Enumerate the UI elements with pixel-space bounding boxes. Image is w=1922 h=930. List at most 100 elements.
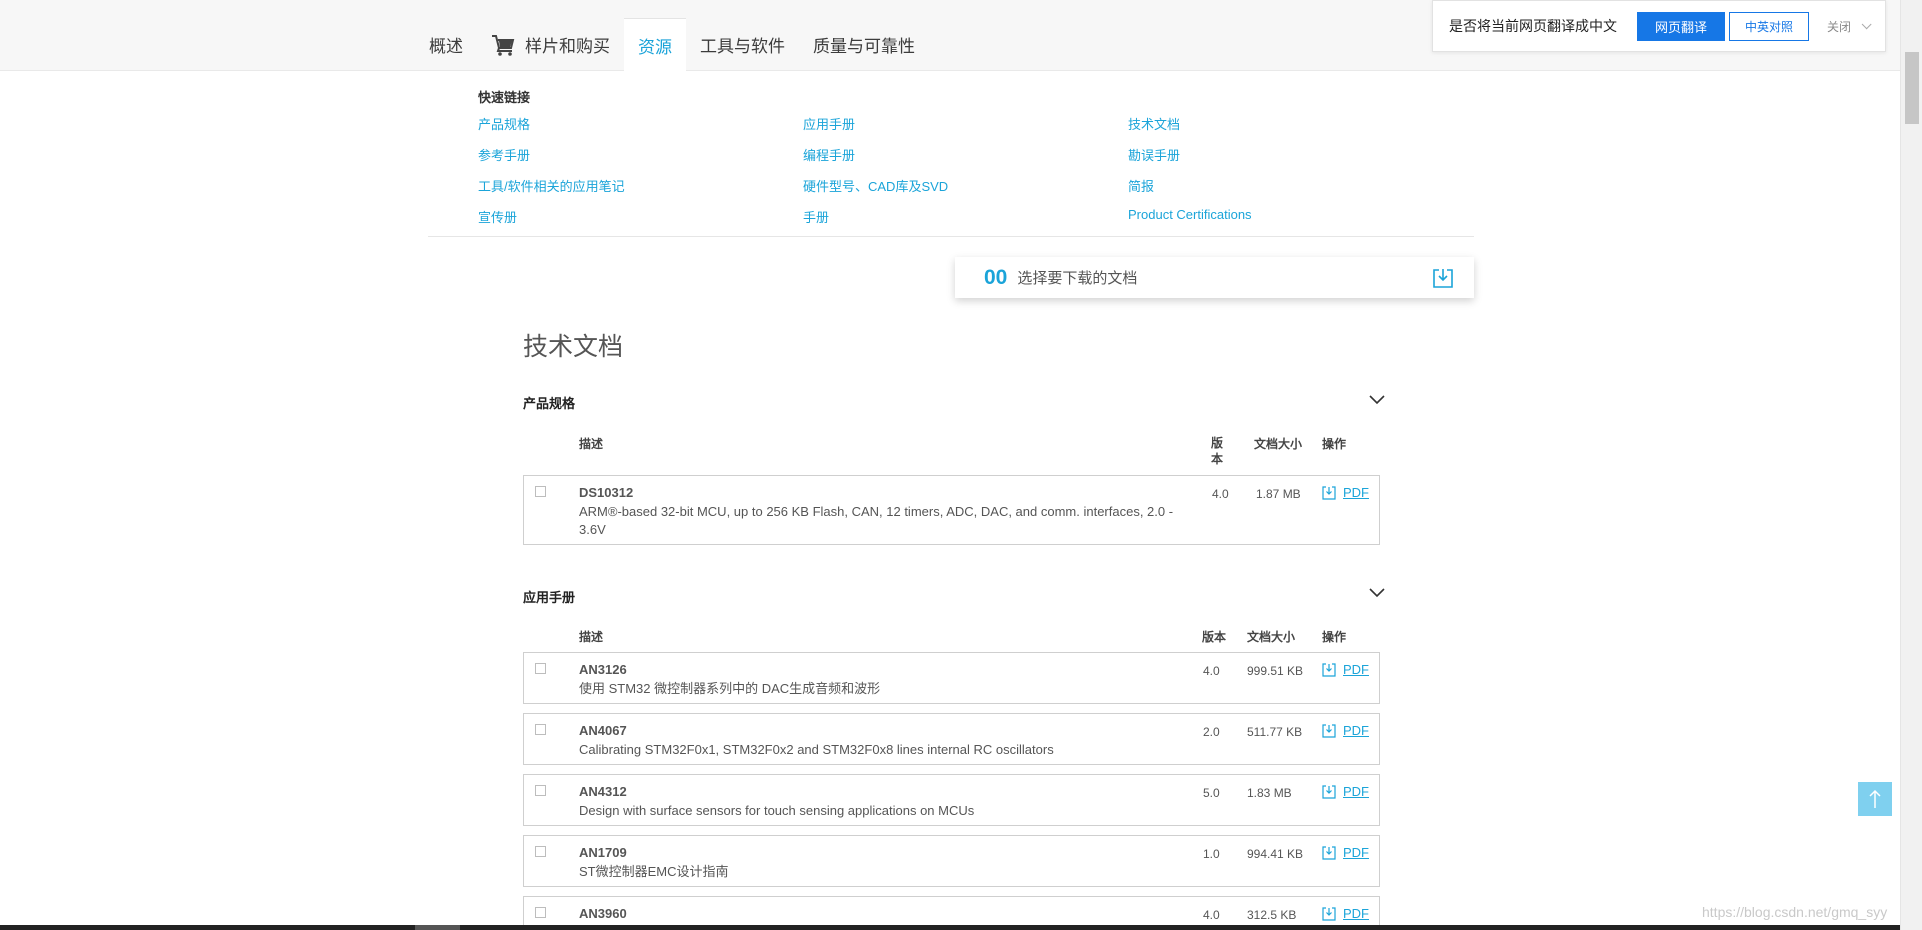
doc-size: 511.77 KB — [1247, 725, 1303, 739]
column-header-desc: 描述 — [579, 437, 604, 451]
download-icon[interactable] — [1432, 267, 1454, 289]
pdf-download-link[interactable]: PDF — [1322, 723, 1369, 738]
tab-quality-reliability[interactable]: 质量与可靠性 — [799, 18, 929, 71]
pdf-download-link[interactable]: PDF — [1322, 662, 1369, 677]
doc-code: AN4312 — [579, 784, 627, 799]
column-header-action: 操作 — [1322, 630, 1347, 644]
vertical-scrollbar[interactable] — [1900, 0, 1922, 930]
column-header-size: 文档大小 — [1254, 437, 1303, 451]
scrollbar-thumb[interactable] — [1905, 52, 1919, 124]
divider — [428, 236, 1474, 237]
column-header-version: 版 本 — [1211, 436, 1224, 466]
quick-link-brochure[interactable]: 宣传册 — [478, 207, 803, 226]
translate-popup: 是否将当前网页翻译成中文 网页翻译 中英对照 关闭 — [1432, 0, 1886, 52]
download-icon — [1322, 485, 1336, 500]
translate-close-button[interactable]: 关闭 — [1827, 18, 1872, 35]
quick-links-grid: 产品规格 应用手册 技术文档 参考手册 编程手册 勘误手册 工具/软件相关的应用… — [478, 114, 1478, 226]
doc-description: Calibrating STM32F0x1, STM32F0x2 and STM… — [579, 742, 1054, 757]
row-checkbox[interactable] — [535, 663, 546, 674]
chevron-down-icon[interactable] — [1368, 586, 1386, 600]
tab-resources-label: 资源 — [638, 37, 672, 57]
doc-code: AN3126 — [579, 662, 627, 677]
back-to-top-button[interactable] — [1858, 782, 1892, 816]
pdf-link-label: PDF — [1343, 723, 1369, 738]
doc-version: 1.0 — [1203, 847, 1220, 861]
quick-link-tool-app-notes[interactable]: 工具/软件相关的应用笔记 — [478, 176, 803, 195]
quick-link-programming-manual[interactable]: 编程手册 — [803, 145, 1128, 164]
doc-version: 2.0 — [1203, 725, 1220, 739]
quick-link-hardware-cad-svd[interactable]: 硬件型号、CAD库及SVD — [803, 176, 1128, 195]
doc-version: 5.0 — [1203, 786, 1220, 800]
nav-tabs: 概述 样片和购买 资源 工具与软件 质量与可靠性 — [415, 18, 929, 71]
group-title-product-spec: 产品规格 — [523, 396, 576, 411]
doc-size: 999.51 KB — [1247, 664, 1304, 678]
tab-samples-buy[interactable]: 样片和购买 — [477, 18, 624, 71]
chevron-down-icon[interactable] — [1368, 393, 1386, 407]
chevron-down-icon — [1861, 18, 1872, 29]
table-row: AN4312 Design with surface sensors for t… — [523, 774, 1380, 826]
download-icon — [1322, 845, 1336, 860]
doc-description: ST微控制器EMC设计指南 — [579, 864, 729, 879]
watermark: https://blog.csdn.net/gmq_syy — [1702, 904, 1888, 920]
table-row: AN3126 使用 STM32 微控制器系列中的 DAC生成音频和波形 4.0 … — [523, 652, 1380, 704]
quick-link-product-certifications[interactable]: Product Certifications — [1128, 207, 1453, 226]
shopping-cart-icon — [492, 34, 515, 56]
quick-link-app-notes[interactable]: 应用手册 — [803, 114, 1128, 133]
row-checkbox[interactable] — [535, 724, 546, 735]
tab-overview[interactable]: 概述 — [415, 18, 477, 71]
quick-link-brief[interactable]: 简报 — [1128, 176, 1453, 195]
tab-tools-software-label: 工具与软件 — [700, 37, 785, 56]
bilingual-button[interactable]: 中英对照 — [1729, 11, 1809, 41]
bottom-bar — [0, 925, 1900, 930]
tab-tools-software[interactable]: 工具与软件 — [686, 18, 799, 71]
column-header-size: 文档大小 — [1247, 630, 1296, 644]
quick-link-product-spec[interactable]: 产品规格 — [478, 114, 803, 133]
row-checkbox[interactable] — [535, 846, 546, 857]
quick-link-tech-docs[interactable]: 技术文档 — [1128, 114, 1453, 133]
download-icon — [1322, 784, 1336, 799]
doc-size: 994.41 KB — [1247, 847, 1304, 861]
row-checkbox[interactable] — [535, 785, 546, 796]
pdf-download-link[interactable]: PDF — [1322, 485, 1369, 500]
pdf-download-link[interactable]: PDF — [1322, 784, 1369, 799]
doc-description: 使用 STM32 微控制器系列中的 DAC生成音频和波形 — [579, 681, 881, 696]
quick-link-reference-manual[interactable]: 参考手册 — [478, 145, 803, 164]
column-header-action: 操作 — [1322, 437, 1347, 451]
bottom-bar-segment — [415, 925, 460, 930]
pdf-download-link[interactable]: PDF — [1322, 906, 1369, 921]
doc-description: Design with surface sensors for touch se… — [579, 803, 975, 818]
quick-link-handbook[interactable]: 手册 — [803, 207, 1128, 226]
doc-version: 4.0 — [1212, 487, 1229, 501]
doc-code: AN3960 — [579, 906, 627, 921]
pdf-link-label: PDF — [1343, 845, 1369, 860]
row-checkbox[interactable] — [535, 486, 546, 497]
quick-link-errata[interactable]: 勘误手册 — [1128, 145, 1453, 164]
quick-links-title: 快速链接 — [478, 90, 531, 105]
doc-size: 1.87 MB — [1256, 487, 1301, 501]
table-row: AN4067 Calibrating STM32F0x1, STM32F0x2 … — [523, 713, 1380, 765]
table-row: AN1709 ST微控制器EMC设计指南 1.0 994.41 KB PDF — [523, 835, 1380, 887]
doc-code: AN4067 — [579, 723, 627, 738]
translate-page-button[interactable]: 网页翻译 — [1637, 11, 1725, 41]
row-checkbox[interactable] — [535, 907, 546, 918]
doc-size: 312.5 KB — [1247, 908, 1297, 922]
download-icon — [1322, 906, 1336, 921]
section-title: 技术文档 — [523, 333, 624, 361]
tab-resources[interactable]: 资源 — [624, 18, 686, 71]
doc-version: 4.0 — [1203, 908, 1220, 922]
quick-links: 快速链接 产品规格 应用手册 技术文档 参考手册 编程手册 勘误手册 工具/软件… — [478, 87, 1478, 226]
pdf-download-link[interactable]: PDF — [1322, 845, 1369, 860]
doc-code: DS10312 — [579, 485, 634, 500]
download-selector[interactable]: 00 选择要下载的文档 — [955, 257, 1474, 298]
column-header-version: 版本 — [1202, 630, 1227, 644]
download-selector-label: 选择要下载的文档 — [1017, 270, 1138, 287]
pdf-link-label: PDF — [1343, 662, 1369, 677]
doc-code: AN1709 — [579, 845, 627, 860]
column-header-desc: 描述 — [579, 630, 604, 644]
translate-question: 是否将当前网页翻译成中文 — [1449, 18, 1617, 34]
download-icon — [1322, 723, 1336, 738]
translate-close-label: 关闭 — [1827, 19, 1852, 34]
download-icon — [1322, 662, 1336, 677]
tab-overview-label: 概述 — [429, 37, 463, 56]
pdf-link-label: PDF — [1343, 906, 1369, 921]
